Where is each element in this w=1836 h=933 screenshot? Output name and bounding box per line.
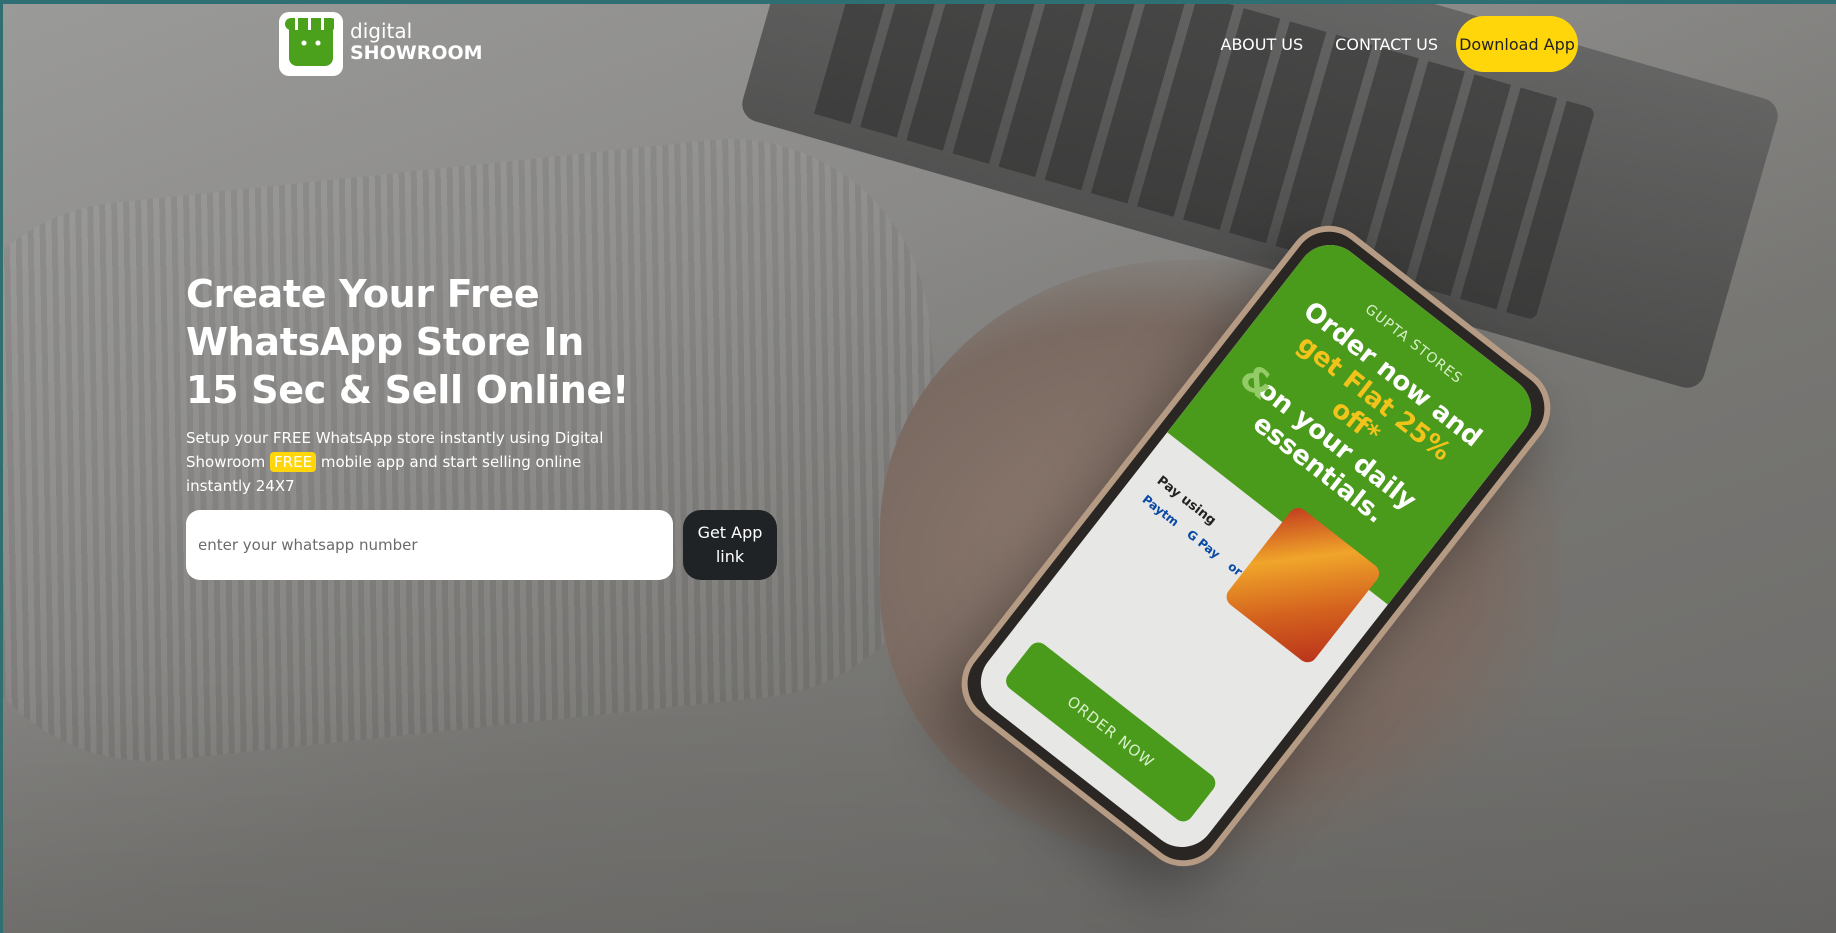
hero-subtitle: Setup your FREE WhatsApp store instantly… <box>186 429 604 495</box>
gpay-icon: G Pay <box>1184 527 1223 562</box>
logo-icon[interactable] <box>279 12 343 76</box>
nav-contact-us[interactable]: CONTACT US <box>1335 35 1438 54</box>
get-app-link-form: Get App link <box>186 510 777 580</box>
get-app-link-button[interactable]: Get App link <box>683 510 777 580</box>
hero-section: Create Your Free WhatsApp Store In 15 Se… <box>186 270 786 498</box>
storefront-icon <box>285 18 337 66</box>
nav-about-us[interactable]: ABOUT US <box>1221 35 1304 54</box>
download-app-button[interactable]: Download App <box>1456 16 1578 72</box>
top-nav: ABOUT US CONTACT US Download App <box>1189 16 1578 72</box>
brand-name[interactable]: digital SHOWROOM <box>350 20 483 64</box>
free-badge: FREE <box>270 452 317 472</box>
whatsapp-number-input[interactable] <box>186 510 673 580</box>
hero-title: Create Your Free WhatsApp Store In 15 Se… <box>186 272 630 412</box>
